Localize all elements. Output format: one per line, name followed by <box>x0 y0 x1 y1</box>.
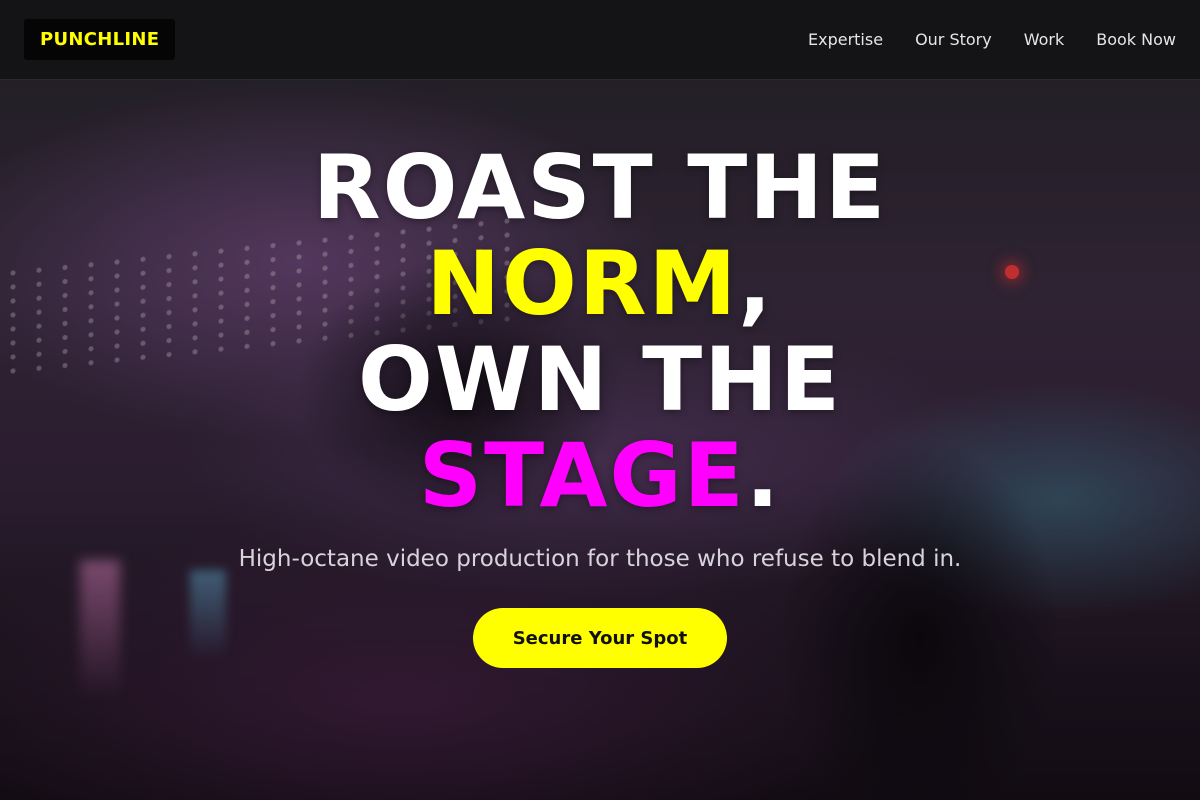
nav-link-book-now[interactable]: Book Now <box>1096 30 1176 49</box>
nav-link-our-story[interactable]: Our Story <box>915 30 992 49</box>
top-navbar: PUNCHLINE Expertise Our Story Work Book … <box>0 0 1200 80</box>
headline-line-2: NORM, <box>313 236 887 332</box>
hero-subheadline: High-octane video production for those w… <box>238 546 962 572</box>
hero-content: ROAST THE NORM, OWN THE STAGE. High-octa… <box>0 140 1200 668</box>
nav-link-work[interactable]: Work <box>1024 30 1065 49</box>
brand-logo[interactable]: PUNCHLINE <box>24 19 176 60</box>
nav-link-expertise[interactable]: Expertise <box>808 30 883 49</box>
main-nav: Expertise Our Story Work Book Now <box>808 30 1176 49</box>
headline-line-3: OWN THE <box>358 328 842 431</box>
headline-highlight-stage: STAGE <box>418 424 746 527</box>
headline-comma: , <box>738 232 774 335</box>
headline-line-4: STAGE. <box>313 428 887 524</box>
hero-headline: ROAST THE NORM, OWN THE STAGE. <box>313 140 887 524</box>
headline-line-1: ROAST THE <box>312 136 888 239</box>
headline-period: . <box>745 424 782 527</box>
headline-highlight-norm: NORM <box>426 232 739 335</box>
secure-your-spot-button[interactable]: Secure Your Spot <box>473 608 727 668</box>
